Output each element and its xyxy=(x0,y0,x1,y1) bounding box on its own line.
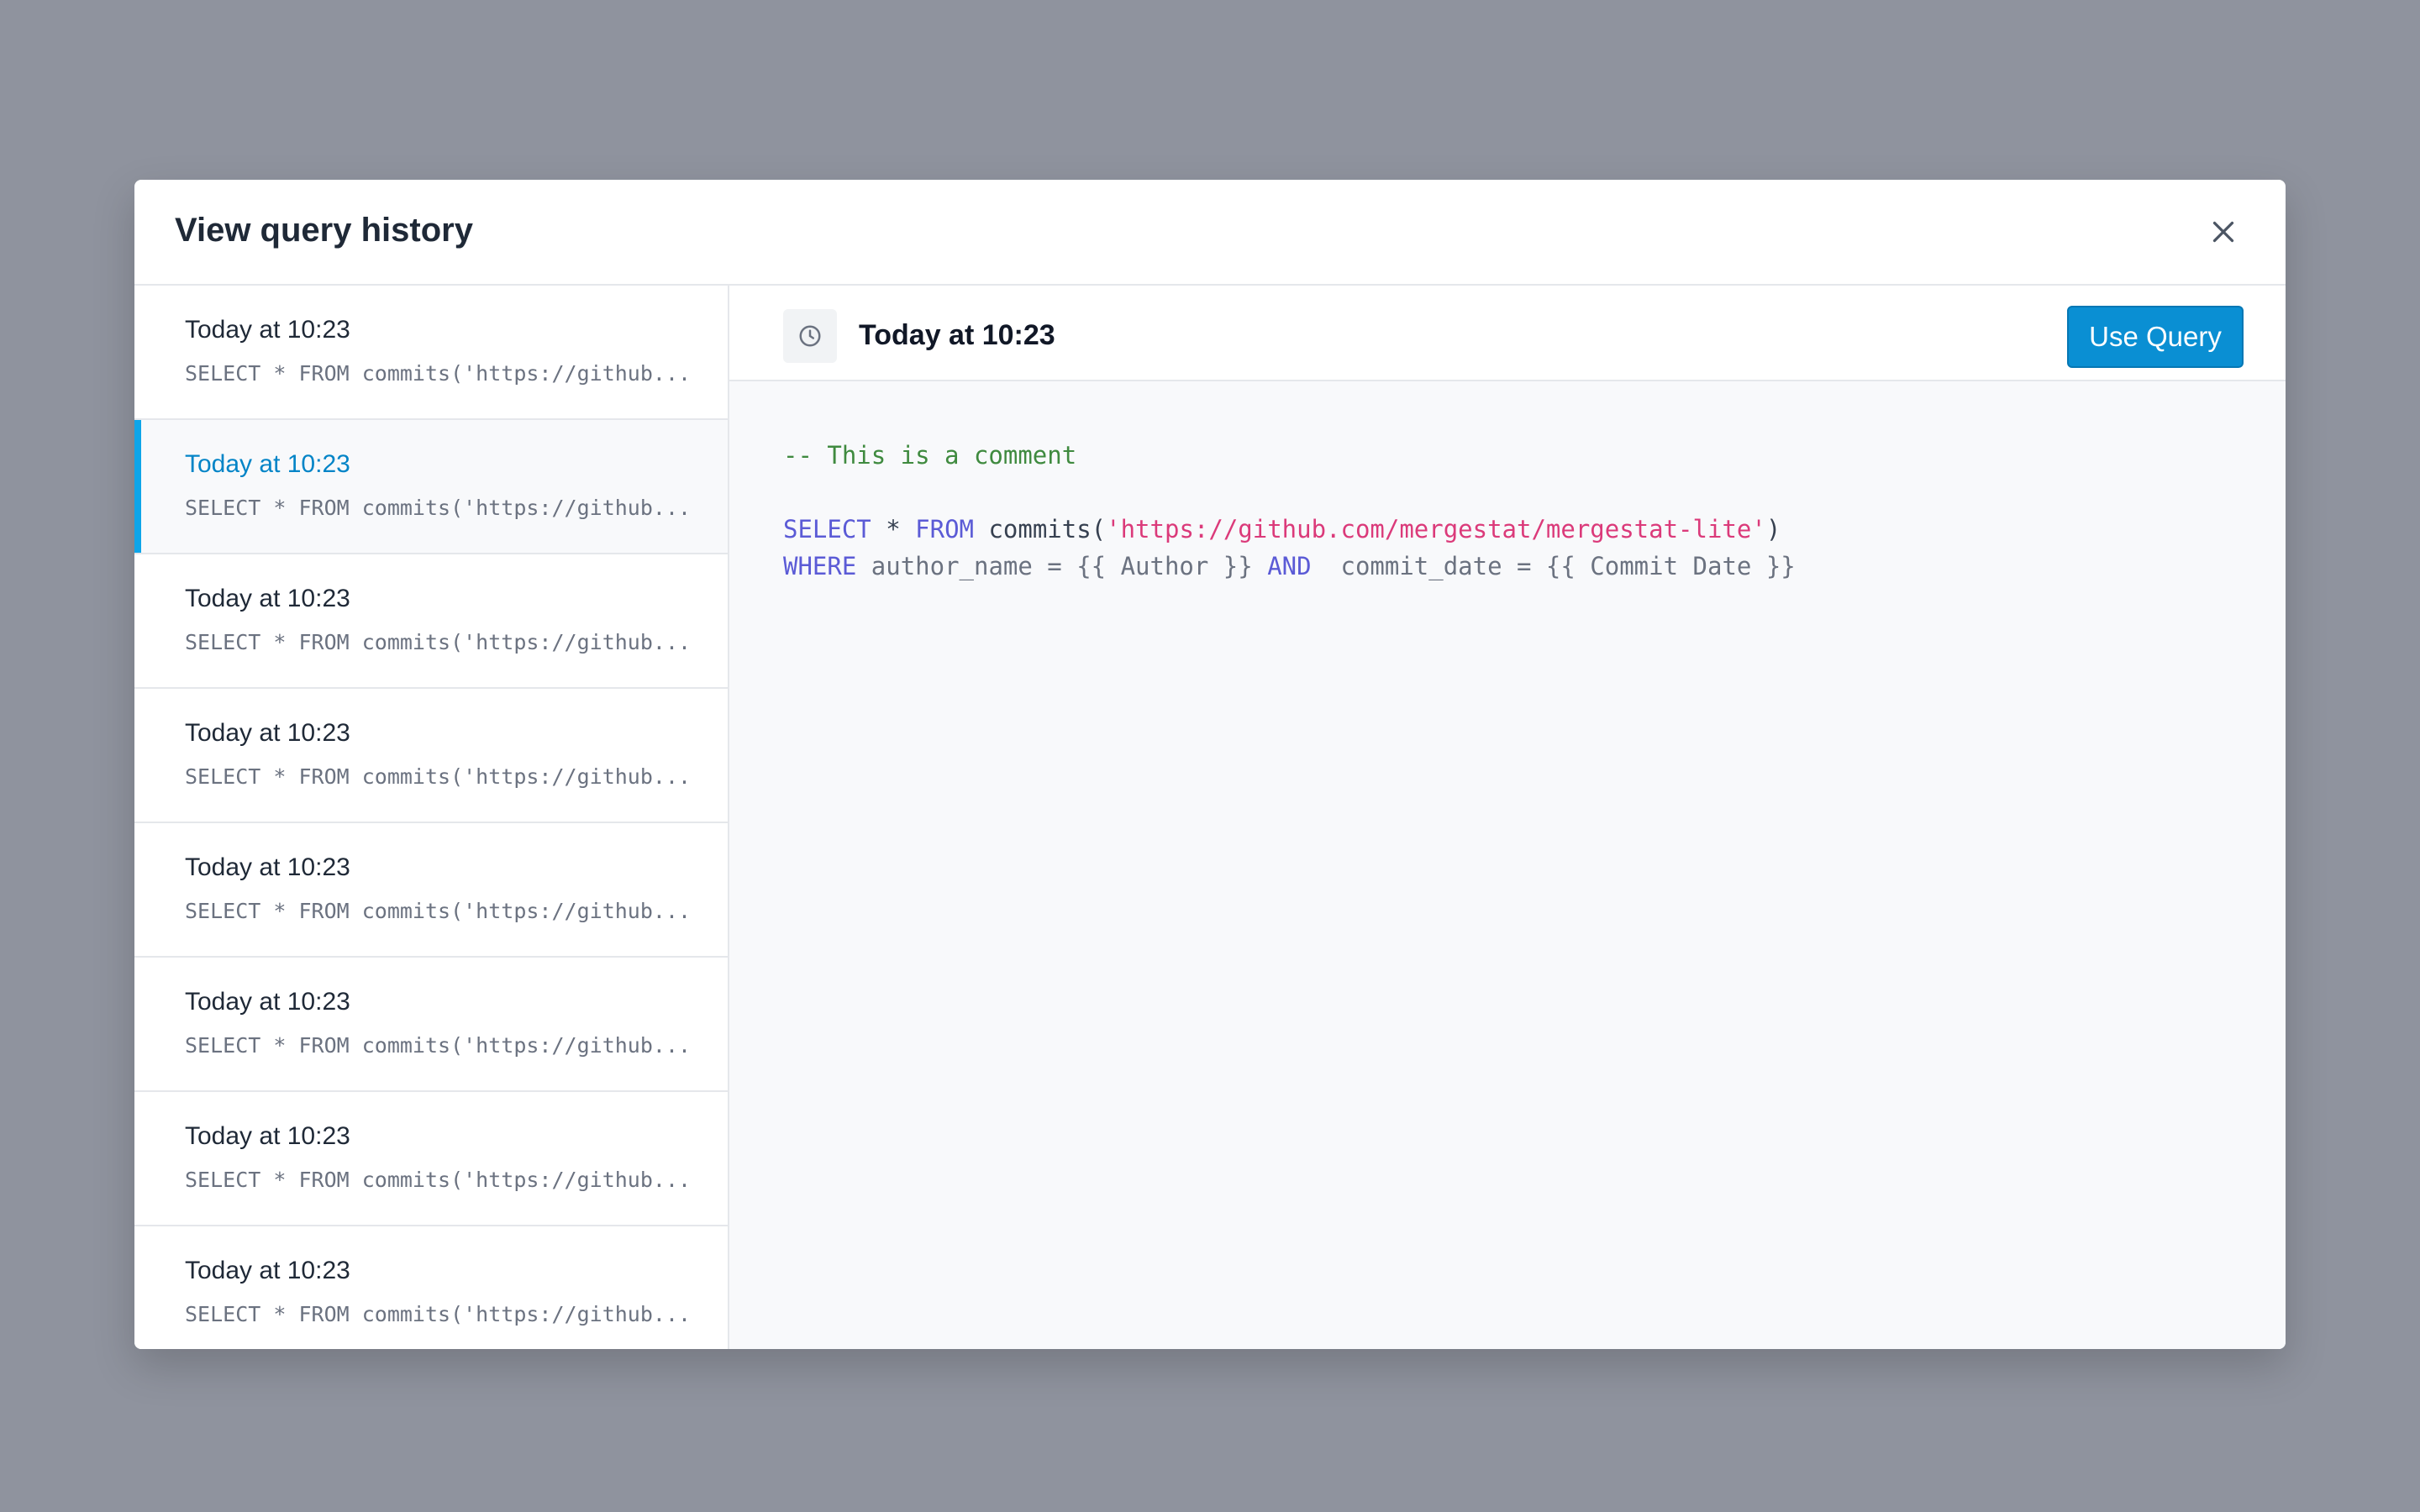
history-item[interactable]: Today at 10:23 SELECT * FROM commits('ht… xyxy=(134,823,728,958)
close-icon xyxy=(2212,221,2234,243)
code-author-condition: author_name = {{ Author }} xyxy=(856,552,1268,580)
history-item[interactable]: Today at 10:23 SELECT * FROM commits('ht… xyxy=(134,1092,728,1226)
detail-header: Today at 10:23 Use Query xyxy=(729,286,2286,381)
history-item-time: Today at 10:23 xyxy=(185,988,350,1016)
history-item-query: SELECT * FROM commits('https://github... xyxy=(185,899,692,923)
history-item[interactable]: Today at 10:23 SELECT * FROM commits('ht… xyxy=(134,1226,728,1349)
use-query-button[interactable]: Use Query xyxy=(2067,306,2244,368)
code-commits-call: commits( xyxy=(974,515,1107,543)
code-close-paren: ) xyxy=(1765,515,1781,543)
query-detail-panel: Today at 10:23 Use Query -- This is a co… xyxy=(729,286,2286,1349)
code-star: * xyxy=(871,515,916,543)
history-item-query: SELECT * FROM commits('https://github... xyxy=(185,361,692,386)
history-item[interactable]: Today at 10:23 SELECT * FROM commits('ht… xyxy=(134,286,728,420)
query-code-editor[interactable]: -- This is a comment SELECT * FROM commi… xyxy=(783,437,1796,585)
history-item-query: SELECT * FROM commits('https://github... xyxy=(185,1168,692,1192)
history-item-query: SELECT * FROM commits('https://github... xyxy=(185,496,692,520)
history-item-time: Today at 10:23 xyxy=(185,316,350,344)
modal-body: Today at 10:23 SELECT * FROM commits('ht… xyxy=(134,286,2286,1349)
code-comment: -- This is a comment xyxy=(783,441,1077,470)
history-item-time: Today at 10:23 xyxy=(185,1122,350,1150)
history-list: Today at 10:23 SELECT * FROM commits('ht… xyxy=(134,286,729,1349)
history-item-query: SELECT * FROM commits('https://github... xyxy=(185,1302,692,1326)
modal-title: View query history xyxy=(175,212,473,249)
history-item-query: SELECT * FROM commits('https://github... xyxy=(185,630,692,654)
history-item-time: Today at 10:23 xyxy=(185,719,350,747)
history-item-selected[interactable]: Today at 10:23 SELECT * FROM commits('ht… xyxy=(134,420,728,554)
code-commit-date-condition: commit_date = {{ Commit Date }} xyxy=(1311,552,1796,580)
code-string-url: 'https://github.com/mergestat/mergestat-… xyxy=(1106,515,1766,543)
query-history-modal: View query history Today at 10:23 SELECT… xyxy=(134,180,2286,1349)
clock-icon-container xyxy=(783,309,837,363)
history-item-query: SELECT * FROM commits('https://github... xyxy=(185,1033,692,1058)
history-item-time: Today at 10:23 xyxy=(185,1257,350,1284)
close-button[interactable] xyxy=(2205,213,2242,250)
history-item[interactable]: Today at 10:23 SELECT * FROM commits('ht… xyxy=(134,958,728,1092)
history-item[interactable]: Today at 10:23 SELECT * FROM commits('ht… xyxy=(134,689,728,823)
history-item[interactable]: Today at 10:23 SELECT * FROM commits('ht… xyxy=(134,554,728,689)
history-item-time: Today at 10:23 xyxy=(185,853,350,881)
history-item-query: SELECT * FROM commits('https://github... xyxy=(185,764,692,789)
code-keyword-where: WHERE xyxy=(783,552,857,580)
code-keyword-from: FROM xyxy=(915,515,974,543)
code-keyword-select: SELECT xyxy=(783,515,871,543)
detail-title: Today at 10:23 xyxy=(859,319,1055,351)
modal-header: View query history xyxy=(134,180,2286,286)
history-item-time: Today at 10:23 xyxy=(185,585,350,612)
clock-icon xyxy=(799,325,821,347)
history-item-time: Today at 10:23 xyxy=(185,450,350,478)
code-keyword-and: AND xyxy=(1267,552,1312,580)
